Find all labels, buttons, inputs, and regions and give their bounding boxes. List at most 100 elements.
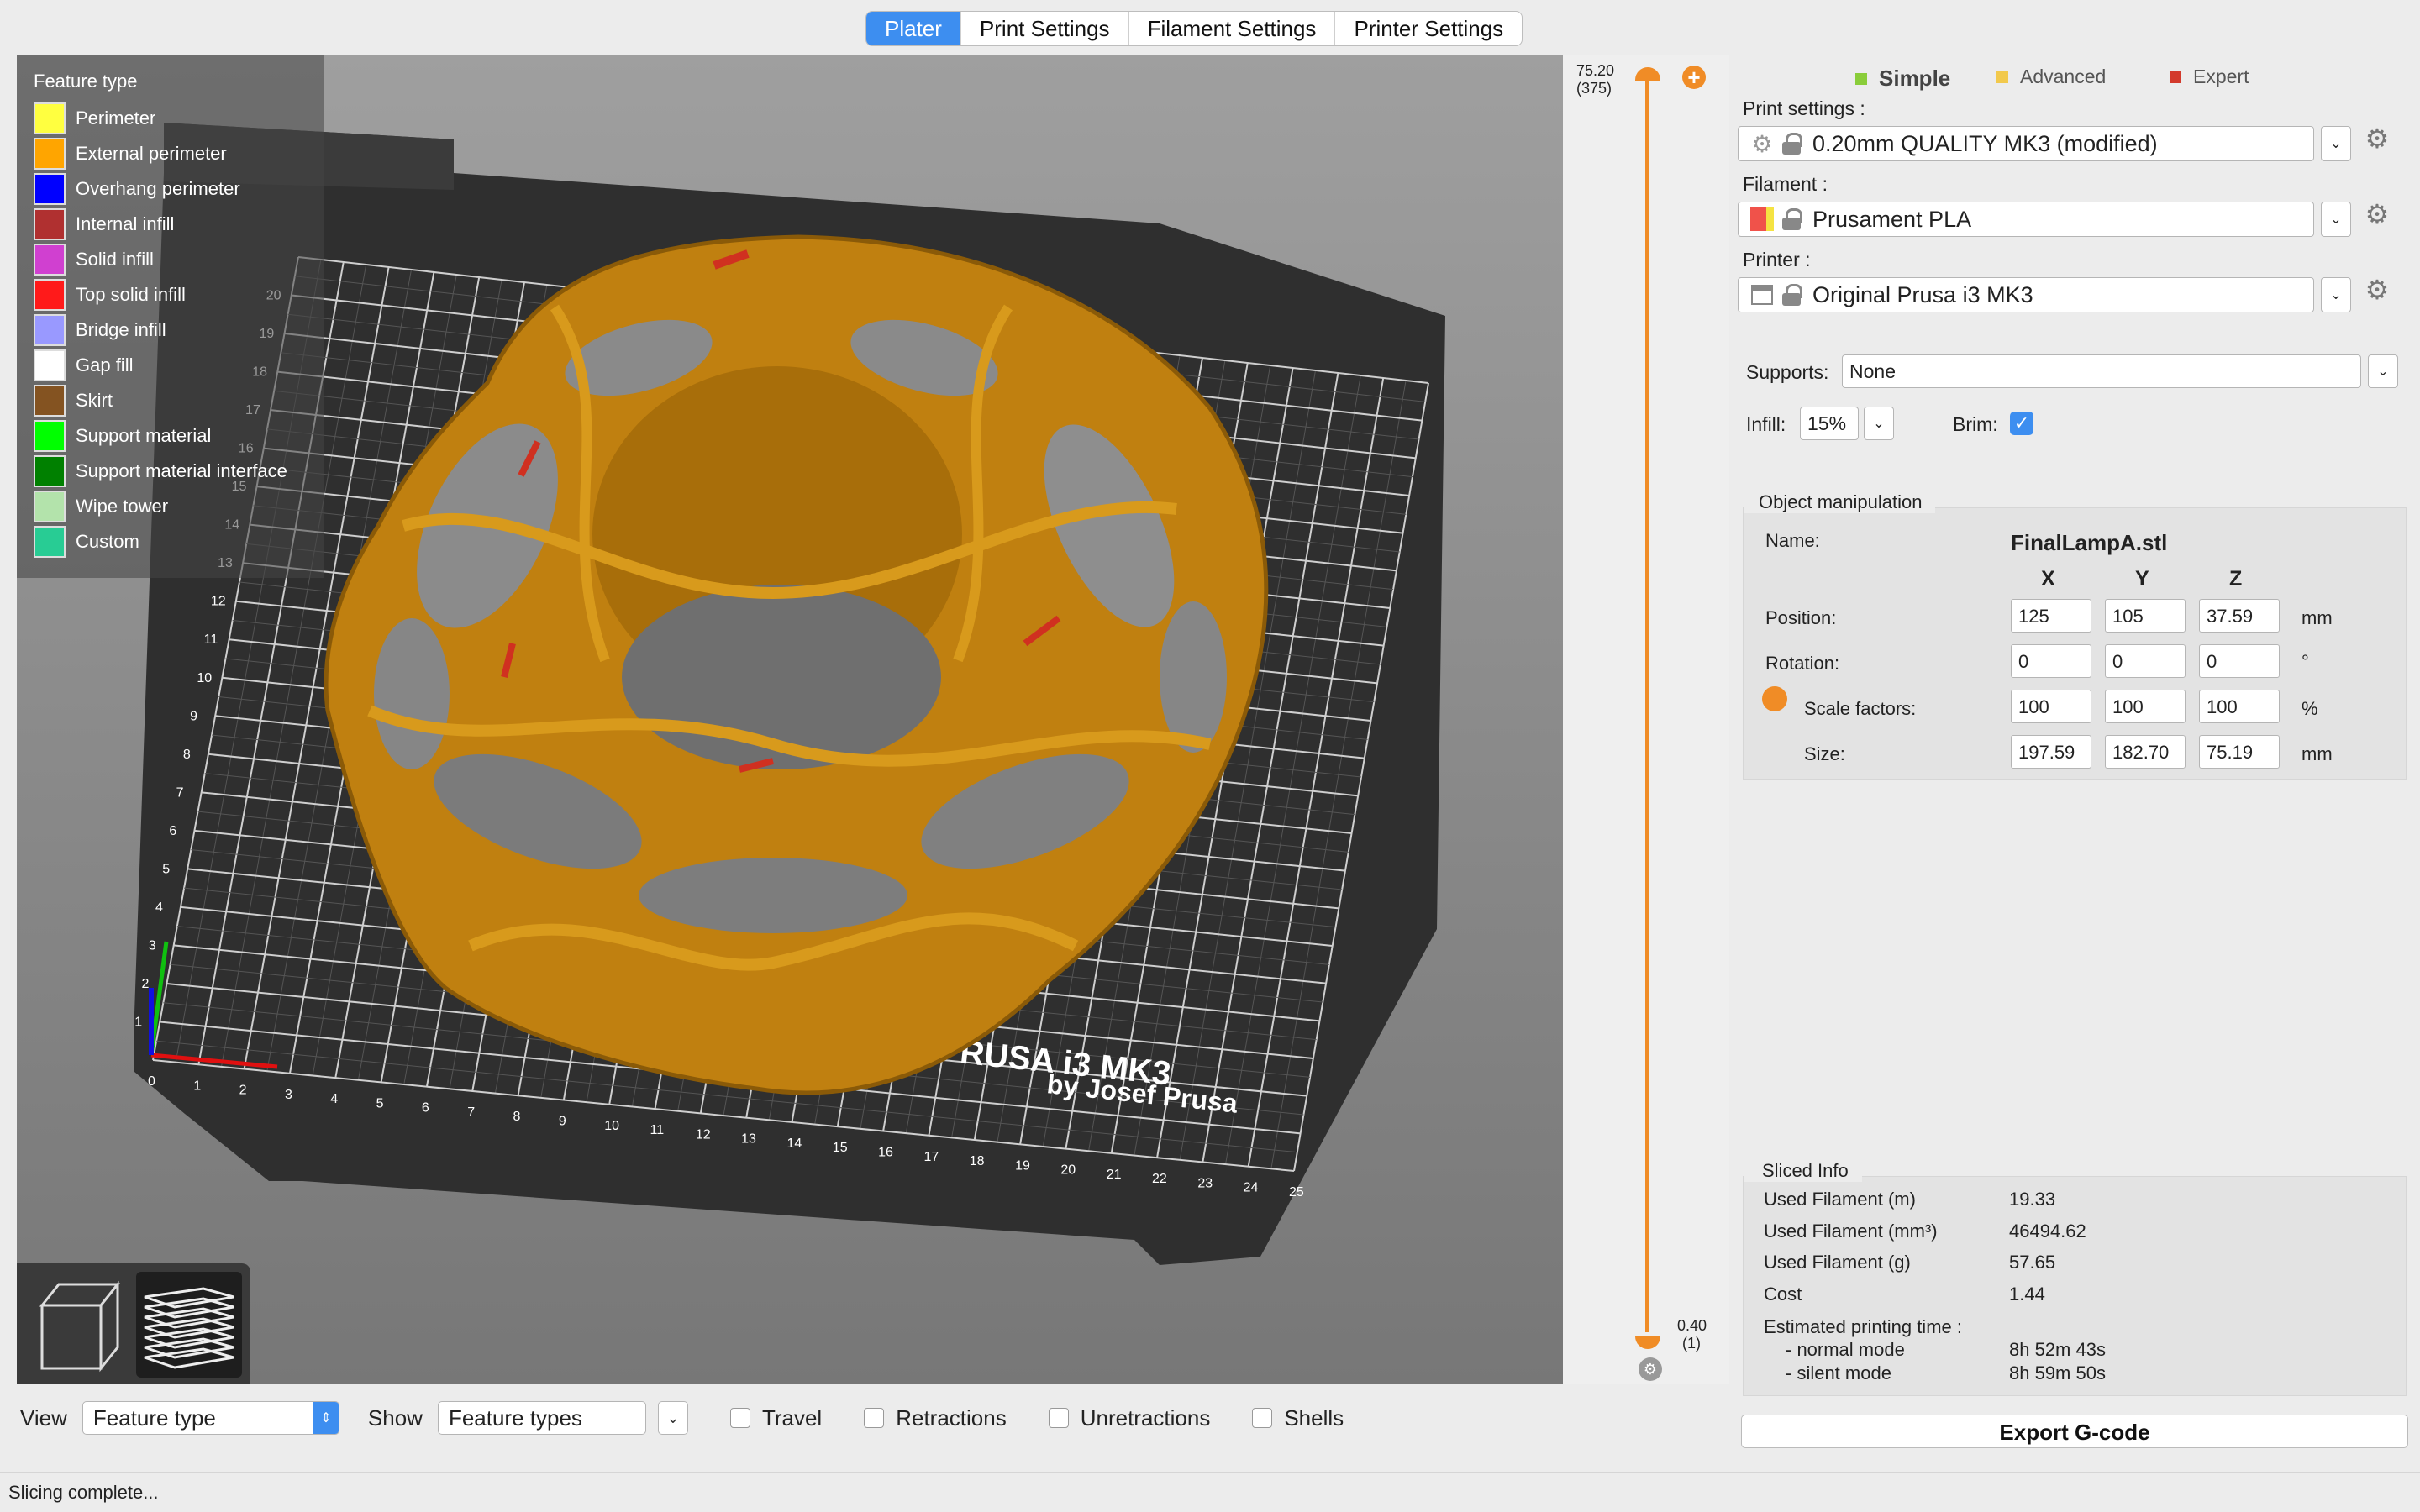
filament-value: Prusament PLA	[1812, 206, 1972, 232]
rotation-x-input[interactable]: 0	[2011, 644, 2091, 678]
tab-printer-settings[interactable]: Printer Settings	[1335, 12, 1522, 45]
mode-expert[interactable]: Expert	[2170, 66, 2249, 88]
tab-print-settings[interactable]: Print Settings	[961, 12, 1129, 45]
legend-label: Overhang perimeter	[76, 178, 240, 199]
brim-checkbox[interactable]: ✓	[2010, 412, 2033, 435]
position-z-input[interactable]: 37.59	[2199, 599, 2280, 633]
filament-gear-icon[interactable]: ⚙	[2365, 201, 2390, 228]
shells-checkbox[interactable]: Shells	[1252, 1405, 1344, 1431]
position-y-input[interactable]: 105	[2105, 599, 2186, 633]
size-unit: mm	[2302, 743, 2333, 764]
print-settings-combo[interactable]: ⚙ 0.20mm QUALITY MK3 (modified)	[1738, 126, 2314, 161]
legend-item: Gap fill	[34, 348, 324, 383]
slider-top-value: 75.20	[1576, 62, 1615, 79]
expert-mode-icon	[2170, 71, 2181, 83]
chevron-down-icon: ⌄	[2330, 213, 2342, 227]
simple-mode-icon	[1855, 72, 1867, 85]
3d-view-button[interactable]	[25, 1272, 131, 1378]
print-settings-gear-icon[interactable]: ⚙	[2365, 125, 2390, 152]
legend-swatch	[34, 349, 66, 381]
name-label: Name:	[1765, 530, 1820, 551]
used-filament-m-label: Used Filament (m)	[1764, 1189, 1916, 1210]
legend-swatch	[34, 455, 66, 487]
printer-combo[interactable]: Original Prusa i3 MK3	[1738, 277, 2314, 312]
position-x-input[interactable]: 125	[2011, 599, 2091, 633]
tab-plater[interactable]: Plater	[866, 12, 961, 45]
chevron-down-icon: ⌄	[2377, 365, 2389, 379]
x-tick-label: 16	[878, 1145, 893, 1159]
slider-bottom-layer: (1)	[1682, 1335, 1701, 1352]
scale-unit: %	[2302, 698, 2318, 719]
scale-y-input[interactable]: 100	[2105, 690, 2186, 723]
supports-dropdown[interactable]: ⌄	[2368, 354, 2398, 388]
y-tick-label: 8	[183, 748, 191, 762]
size-z-input[interactable]: 75.19	[2199, 735, 2280, 769]
legend-item: Custom	[34, 524, 324, 559]
retractions-checkbox[interactable]: Retractions	[864, 1405, 1007, 1431]
legend-item: Skirt	[34, 383, 324, 418]
object-manipulation-title: Object manipulation	[1744, 491, 1936, 513]
filament-combo[interactable]: Prusament PLA	[1738, 202, 2314, 237]
scale-x-input[interactable]: 100	[2011, 690, 2091, 723]
sliced-info-title: Sliced Info	[1744, 1160, 1862, 1182]
printer-dropdown[interactable]: ⌄	[2321, 277, 2351, 312]
supports-value: None	[1849, 360, 1896, 382]
tab-filament-settings[interactable]: Filament Settings	[1129, 12, 1336, 45]
preview-layers-button[interactable]	[136, 1272, 242, 1378]
3d-viewport[interactable]: 0 1 2 3 4 5 6 7 8 9 10 11 12 13 14 15 16 17 18 19 20 21 22 23 24…	[17, 55, 1563, 1384]
x-tick-label: 4	[330, 1092, 338, 1106]
x-tick-label: 9	[559, 1115, 566, 1129]
show-label: Show	[367, 1404, 423, 1431]
rotation-z-input[interactable]: 0	[2199, 644, 2280, 678]
x-tick-label: 6	[422, 1101, 429, 1116]
settings-sidebar: Simple Advanced Expert Print settings : …	[1729, 55, 2420, 1450]
cost-label: Cost	[1764, 1284, 1802, 1305]
x-tick-label: 11	[650, 1123, 665, 1137]
mode-advanced[interactable]: Advanced	[1996, 66, 2106, 88]
show-dropdown-button[interactable]: ⌄	[657, 1401, 688, 1435]
add-color-change-icon[interactable]: +	[1682, 66, 1706, 89]
legend-item: Overhang perimeter	[34, 171, 324, 207]
unretractions-checkbox[interactable]: Unretractions	[1048, 1404, 1211, 1431]
legend-item: Support material interface	[34, 454, 324, 489]
x-tick-label: 14	[786, 1137, 802, 1151]
mode-simple[interactable]: Simple	[1855, 66, 1950, 92]
y-tick-label: 9	[190, 709, 197, 723]
infill-dropdown[interactable]: ⌄	[1864, 407, 1894, 440]
printer-label: Printer :	[1743, 249, 1811, 270]
y-tick-label: 7	[176, 785, 184, 800]
print-settings-label: Print settings :	[1743, 97, 1865, 119]
show-select[interactable]: Feature types	[437, 1401, 646, 1435]
print-settings-dropdown[interactable]: ⌄	[2321, 126, 2351, 161]
size-x-input[interactable]: 197.59	[2011, 735, 2091, 769]
export-gcode-button[interactable]: Export G-code	[1741, 1415, 2408, 1448]
slider-bottom-thumb[interactable]	[1635, 1336, 1660, 1349]
slider-settings-icon[interactable]: ⚙	[1639, 1357, 1662, 1381]
legend-label: Top solid infill	[76, 284, 186, 305]
rotation-y-input[interactable]: 0	[2105, 644, 2186, 678]
slider-track[interactable]	[1645, 72, 1649, 1332]
x-tick-label: 0	[148, 1074, 155, 1089]
unretractions-label: Unretractions	[1080, 1404, 1211, 1431]
x-tick-label: 19	[1015, 1158, 1030, 1173]
scale-lock-icon[interactable]	[1762, 686, 1787, 711]
printer-gear-icon[interactable]: ⚙	[2365, 276, 2390, 303]
legend-label: Gap fill	[76, 354, 134, 375]
y-tick-label: 1	[134, 1015, 142, 1029]
rotation-unit: °	[2302, 651, 2309, 672]
position-label: Position:	[1765, 607, 1837, 628]
lock-icon	[1782, 284, 1802, 306]
legend-label: Support material interface	[76, 460, 287, 481]
filament-label: Filament :	[1743, 173, 1828, 195]
y-tick-label: 11	[204, 633, 218, 647]
x-tick-label: 8	[513, 1110, 521, 1124]
layer-slider[interactable]: 75.20 (375) + 0.40 (1) ⚙	[1563, 55, 1729, 1384]
infill-select[interactable]: 15%	[1800, 407, 1859, 440]
size-y-input[interactable]: 182.70	[2105, 735, 2186, 769]
view-select[interactable]: Feature type ⇕	[82, 1401, 339, 1435]
supports-select[interactable]: None	[1842, 354, 2361, 388]
slider-top-thumb[interactable]	[1635, 67, 1660, 81]
travel-checkbox[interactable]: Travel	[729, 1405, 822, 1431]
scale-z-input[interactable]: 100	[2199, 690, 2280, 723]
filament-dropdown[interactable]: ⌄	[2321, 202, 2351, 237]
